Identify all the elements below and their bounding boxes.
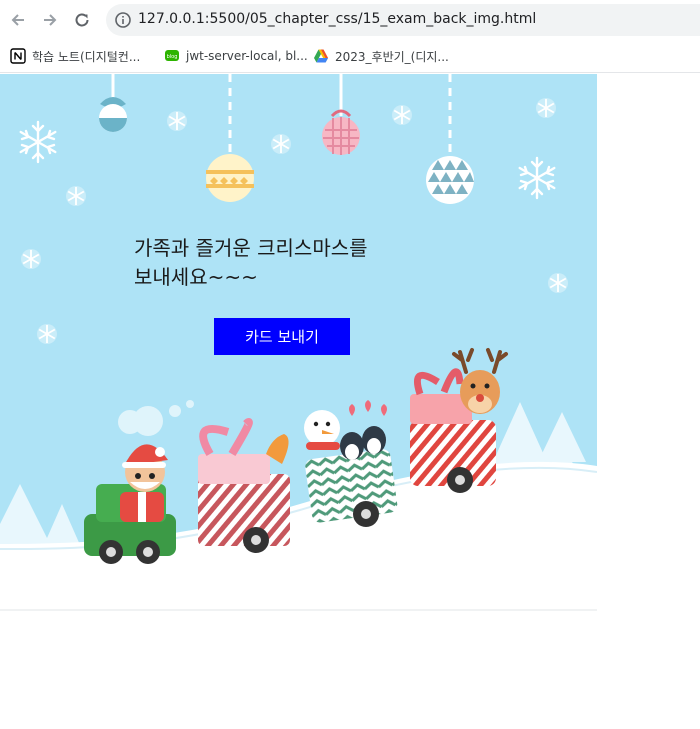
greeting-line-1: 가족과 즐거운 크리스마스를 bbox=[134, 236, 368, 260]
bookmark-label: 학습 노트(디지털컨... bbox=[32, 49, 141, 64]
bookmark-label: jwt-server-local, bl... bbox=[186, 49, 308, 63]
arrow-right-icon bbox=[44, 14, 57, 26]
address-bar[interactable]: 127.0.0.1:5500/05_chapter_css/15_exam_ba… bbox=[106, 4, 700, 36]
blog-icon: blog bbox=[164, 48, 180, 64]
info-icon[interactable] bbox=[114, 11, 132, 29]
page-viewport: 가족과 즐거운 크리스마스를 보내세요~~~ 카드 보내기 bbox=[0, 74, 700, 729]
ornament-blue-triangles bbox=[426, 74, 474, 204]
christmas-card: 가족과 즐거운 크리스마스를 보내세요~~~ 카드 보내기 bbox=[0, 74, 597, 609]
bookmark-item[interactable]: 2023_후반기_(디지... bbox=[313, 46, 449, 66]
google-drive-icon bbox=[313, 48, 329, 64]
back-button[interactable] bbox=[6, 8, 30, 32]
ornament-pink bbox=[322, 74, 360, 155]
card-bottom-divider bbox=[0, 609, 597, 611]
reload-button[interactable] bbox=[70, 8, 94, 32]
notion-icon bbox=[10, 48, 26, 64]
bookmark-item[interactable]: 학습 노트(디지털컨... bbox=[10, 46, 140, 66]
ornament-yellow bbox=[206, 74, 254, 202]
forward-button[interactable] bbox=[38, 8, 62, 32]
gift-cart bbox=[198, 418, 290, 553]
greeting-message: 가족과 즐거운 크리스마스를 보내세요~~~ bbox=[134, 234, 434, 292]
snowman-cart bbox=[304, 400, 398, 527]
url-text[interactable]: 127.0.0.1:5500/05_chapter_css/15_exam_ba… bbox=[138, 11, 536, 27]
bookmarks-bar: 학습 노트(디지털컨... blog jwt-server-local, bl.… bbox=[0, 40, 700, 73]
bookmark-item[interactable]: blog jwt-server-local, bl... bbox=[164, 46, 308, 66]
santa-cart bbox=[84, 444, 176, 564]
bookmark-label: 2023_후반기_(디지... bbox=[335, 49, 449, 64]
greeting-line-2: 보내세요~~~ bbox=[134, 265, 258, 289]
ornament-teal bbox=[99, 74, 127, 132]
reload-icon bbox=[75, 13, 89, 27]
browser-toolbar: 127.0.0.1:5500/05_chapter_css/15_exam_ba… bbox=[0, 0, 700, 40]
arrow-left-icon bbox=[11, 14, 24, 26]
send-card-button[interactable]: 카드 보내기 bbox=[214, 318, 350, 355]
reindeer-cart bbox=[410, 348, 508, 493]
svg-text:blog: blog bbox=[167, 54, 178, 60]
